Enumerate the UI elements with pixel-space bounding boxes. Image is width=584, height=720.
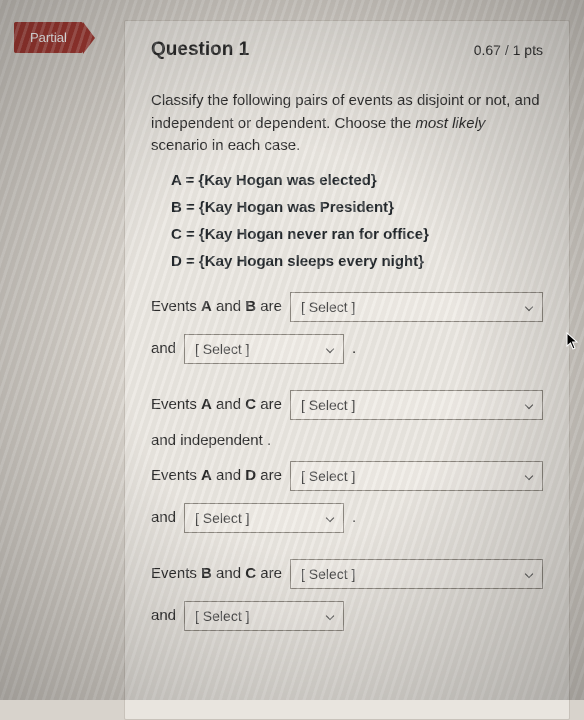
def-d: D = {Kay Hogan sleeps every night} bbox=[171, 253, 543, 270]
question-title: Question 1 bbox=[151, 39, 249, 61]
question-points: 0.67 / 1 pts bbox=[474, 42, 543, 58]
and-label: and bbox=[151, 340, 176, 357]
def-b: B = {Kay Hogan was President} bbox=[171, 199, 543, 216]
pair-bc-row2: and [ Select ] bbox=[151, 601, 543, 631]
chevron-down-icon bbox=[325, 344, 335, 354]
pair-ab-prefix: Events A and B are bbox=[151, 298, 282, 315]
select-value: [ Select ] bbox=[301, 299, 355, 315]
select-value: [ Select ] bbox=[301, 468, 355, 484]
pair-ab-disjoint-select[interactable]: [ Select ] bbox=[290, 292, 543, 322]
pair-bc-row1: Events B and C are [ Select ] bbox=[151, 559, 543, 589]
event-definitions: A = {Kay Hogan was elected} B = {Kay Hog… bbox=[151, 172, 543, 270]
pair-ad-row1: Events A and D are [ Select ] bbox=[151, 461, 543, 491]
select-value: [ Select ] bbox=[195, 510, 249, 526]
chevron-down-icon bbox=[524, 400, 534, 410]
chevron-down-icon bbox=[325, 611, 335, 621]
pair-ab-row2: and [ Select ] . bbox=[151, 334, 543, 364]
select-value: [ Select ] bbox=[195, 608, 249, 624]
pair-bc-indep-select[interactable]: [ Select ] bbox=[184, 601, 344, 631]
pair-ab-indep-select[interactable]: [ Select ] bbox=[184, 334, 344, 364]
def-c: C = {Kay Hogan never ran for office} bbox=[171, 226, 543, 243]
chevron-down-icon bbox=[524, 471, 534, 481]
period: . bbox=[352, 340, 356, 357]
pair-ad-indep-select[interactable]: [ Select ] bbox=[184, 503, 344, 533]
chevron-down-icon bbox=[524, 569, 534, 579]
chevron-down-icon bbox=[524, 302, 534, 312]
chevron-down-icon bbox=[325, 513, 335, 523]
pair-ad-row2: and [ Select ] . bbox=[151, 503, 543, 533]
pair-ac-disjoint-select[interactable]: [ Select ] bbox=[290, 390, 543, 420]
def-a: A = {Kay Hogan was elected} bbox=[171, 172, 543, 189]
pair-ad-disjoint-select[interactable]: [ Select ] bbox=[290, 461, 543, 491]
select-value: [ Select ] bbox=[195, 341, 249, 357]
partial-badge-label: Partial bbox=[30, 30, 67, 45]
pair-ab-row1: Events A and B are [ Select ] bbox=[151, 292, 543, 322]
instructions-text-2: scenario in each case. bbox=[151, 137, 300, 154]
and-label: and bbox=[151, 509, 176, 526]
select-value: [ Select ] bbox=[301, 397, 355, 413]
instructions: Classify the following pairs of events a… bbox=[151, 90, 543, 158]
instructions-emph: most likely bbox=[415, 115, 485, 132]
and-label: and bbox=[151, 607, 176, 624]
select-value: [ Select ] bbox=[301, 566, 355, 582]
pair-ac-row1: Events A and C are [ Select ] bbox=[151, 390, 543, 420]
pair-ac-independent-text: and independent . bbox=[151, 432, 543, 449]
question-card: Question 1 0.67 / 1 pts Classify the fol… bbox=[124, 20, 570, 720]
partial-badge: Partial bbox=[14, 22, 83, 53]
question-header: Question 1 0.67 / 1 pts bbox=[151, 39, 543, 90]
period: . bbox=[352, 509, 356, 526]
mouse-cursor-icon bbox=[566, 332, 580, 350]
pair-ad-prefix: Events A and D are bbox=[151, 467, 282, 484]
pair-ac-prefix: Events A and C are bbox=[151, 396, 282, 413]
pair-bc-disjoint-select[interactable]: [ Select ] bbox=[290, 559, 543, 589]
pair-bc-prefix: Events B and C are bbox=[151, 565, 282, 582]
